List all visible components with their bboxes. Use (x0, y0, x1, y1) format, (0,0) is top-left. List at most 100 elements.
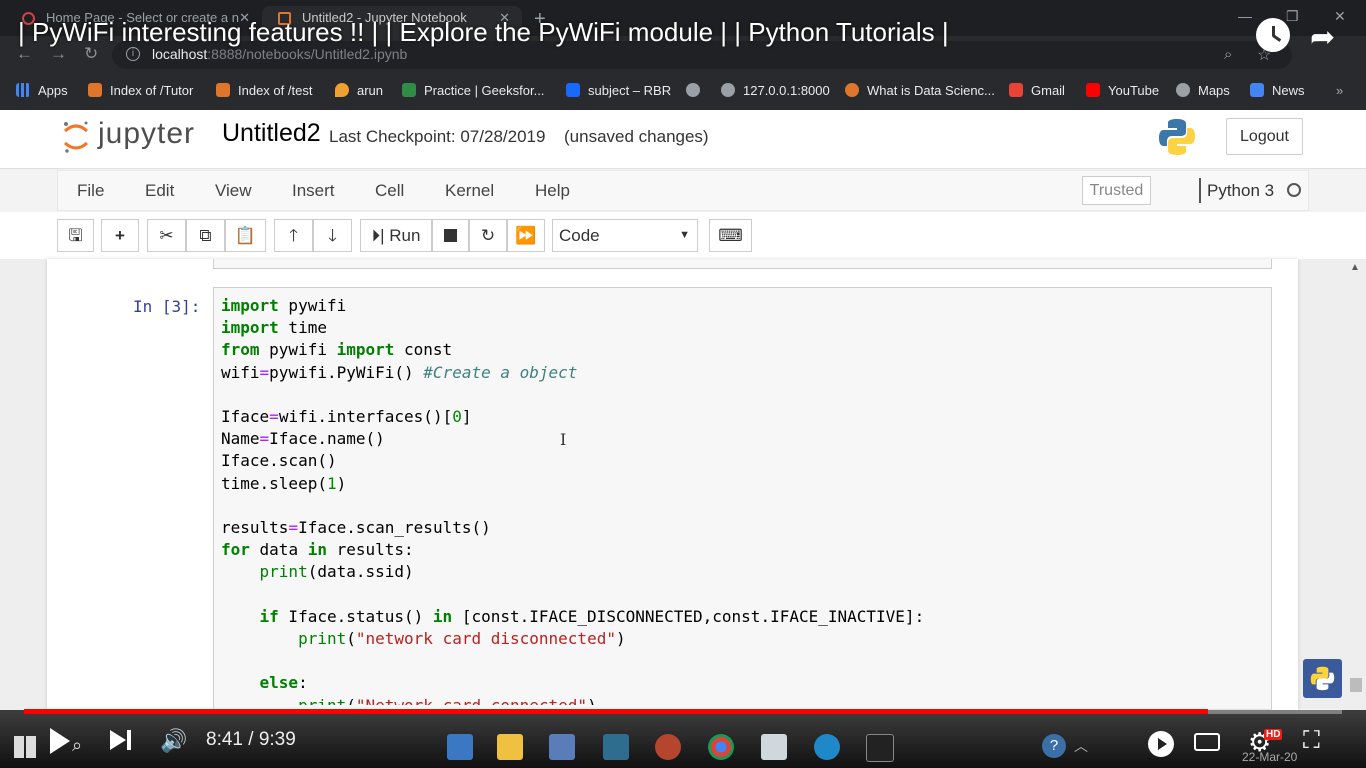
restore-icon[interactable]: ❐ (1286, 8, 1299, 25)
file-explorer-icon[interactable] (497, 734, 523, 760)
save-button[interactable]: 🖫 (57, 219, 94, 252)
app-p-icon[interactable] (655, 734, 681, 760)
trusted-indicator[interactable]: Trusted (1082, 176, 1151, 205)
video-progress-fill (24, 709, 1208, 714)
bookmark-apps[interactable]: Apps (16, 82, 68, 100)
minimize-icon[interactable]: — (1238, 8, 1252, 24)
close-window-icon[interactable]: ✕ (1334, 8, 1346, 25)
python-logo-icon (1310, 666, 1335, 691)
google-news-icon (1250, 83, 1264, 97)
geeksforgeeks-icon (402, 83, 416, 97)
command-palette-button[interactable]: ⌨ (709, 219, 752, 252)
arrow-up-icon: 🡑 (289, 226, 298, 245)
bookmark-geeksforgeeks[interactable]: Practice | Geeksfor... (402, 82, 544, 100)
share-icon[interactable]: ➦ (1310, 20, 1335, 55)
bookmark-localhost-8000[interactable]: 127.0.0.1:8000 (721, 82, 830, 100)
bookmark-subject-rbr[interactable]: subject – RBR (566, 82, 671, 100)
xampp-icon (216, 83, 230, 97)
windows-start-icon[interactable] (14, 736, 36, 758)
taskbar-app-icon[interactable] (447, 734, 473, 760)
scroll-up-icon[interactable]: ▲ (1350, 262, 1360, 273)
site-info-icon[interactable]: i (126, 47, 140, 61)
jupyter-logo-icon[interactable] (62, 120, 90, 154)
help-icon[interactable]: ? (1042, 734, 1066, 758)
bookmark-data-science[interactable]: What is Data Scienc... (845, 82, 995, 100)
code-line: print("network card disconnected") (298, 629, 626, 649)
bookmark-label: Index of /Tutor (110, 83, 194, 98)
bookmark-label: Apps (38, 83, 68, 98)
paste-button[interactable]: 📋 (225, 219, 266, 252)
previous-cell[interactable] (213, 259, 1272, 269)
bookmarks-bar (0, 74, 1366, 111)
menu-kernel[interactable]: Kernel (445, 181, 494, 201)
tray-expand-icon[interactable]: ︿ (1074, 736, 1088, 756)
menu-help[interactable]: Help (535, 181, 570, 201)
scrollbar-thumb[interactable] (1350, 678, 1362, 692)
kernel-idle-icon (1287, 183, 1301, 197)
fast-forward-icon: ⏩ (515, 226, 537, 245)
play-icon[interactable] (50, 728, 70, 754)
code-line: print(data.ssid) (259, 562, 414, 582)
bookmark-index-test[interactable]: Index of /test (216, 82, 312, 100)
restart-run-all-button[interactable]: ⏩ (507, 219, 545, 252)
insert-cell-button[interactable]: + (101, 219, 139, 252)
python-badge-icon[interactable] (1303, 659, 1342, 698)
search-icon[interactable]: ⌕ (72, 735, 82, 756)
bookmark-label: Index of /test (238, 83, 313, 98)
volume-icon[interactable]: 🔊 (160, 728, 187, 754)
autosave-status: (unsaved changes) (564, 127, 709, 146)
more-bookmarks-icon[interactable]: » (1336, 82, 1343, 100)
jupyter-logo-text[interactable]: jupyter (98, 117, 195, 151)
mail-icon[interactable] (761, 734, 787, 760)
kernel-name[interactable]: Python 3 (1207, 181, 1274, 201)
menu-edit[interactable]: Edit (145, 181, 174, 201)
code-block[interactable]: import pywifi import time from pywifi impo… (221, 295, 924, 705)
chrome-icon[interactable] (708, 734, 734, 760)
code-line: from pywifi import const (221, 340, 453, 360)
code-line: results=Iface.scan_results() (221, 518, 491, 538)
cell-type-select[interactable]: Code ▼ (552, 219, 698, 252)
bookmark-gmail[interactable]: Gmail (1009, 82, 1065, 100)
copy-icon: ⧉ (199, 226, 212, 245)
url-text[interactable]: localhost:8888/notebooks/Untitled2.ipynb (152, 46, 407, 62)
bookmark-youtube[interactable]: YouTube (1086, 82, 1159, 100)
restart-icon: ↻ (480, 226, 496, 245)
run-button[interactable]: ⏵| Run (360, 219, 432, 252)
bookmark-news[interactable]: News (1250, 82, 1305, 100)
vscode-icon[interactable] (603, 734, 629, 760)
watch-later-icon[interactable] (1256, 18, 1290, 52)
next-video-icon[interactable] (110, 730, 126, 750)
video-time: 8:41 / 9:39 (206, 729, 296, 750)
code-line: import pywifi (221, 296, 347, 315)
bookmark-arun[interactable]: arun (335, 82, 383, 100)
logout-button[interactable]: Logout (1226, 118, 1303, 155)
bookmark-maps[interactable]: Maps (1176, 82, 1230, 100)
cut-button[interactable]: ✂ (147, 219, 186, 252)
autoplay-toggle[interactable] (1148, 731, 1174, 757)
zoom-icon[interactable]: ⌕ (1224, 46, 1232, 63)
interrupt-button[interactable] (432, 219, 469, 252)
move-up-button[interactable]: 🡑 (274, 219, 313, 252)
exit-fullscreen-icon[interactable]: ⛶ (1303, 727, 1320, 755)
code-line: Iface=wifi.interfaces()[0] (221, 407, 472, 427)
bookmark-label: Gmail (1031, 83, 1065, 98)
notebook-name[interactable]: Untitled2 (222, 119, 321, 148)
copy-button[interactable]: ⧉ (186, 219, 225, 252)
menu-view[interactable]: View (215, 181, 252, 201)
terminal-icon[interactable] (866, 734, 894, 762)
restart-button[interactable]: ↻ (469, 219, 507, 252)
edge-icon[interactable] (814, 734, 840, 760)
bookmark-label: News (1272, 83, 1305, 98)
subtitles-icon[interactable] (1194, 733, 1220, 751)
bookmark-globe[interactable] (686, 82, 708, 100)
move-down-button[interactable]: 🡓 (313, 219, 352, 252)
menu-file[interactable]: File (77, 181, 104, 201)
menu-insert[interactable]: Insert (292, 181, 335, 201)
bookmark-index-tutor[interactable]: Index of /Tutor (88, 82, 193, 100)
menu-cell[interactable]: Cell (375, 181, 404, 201)
code-line: time.sleep(1) (221, 473, 347, 493)
code-line: if Iface.status() in [const.IFACE_DISCON… (259, 606, 925, 626)
store-icon[interactable] (549, 734, 575, 760)
